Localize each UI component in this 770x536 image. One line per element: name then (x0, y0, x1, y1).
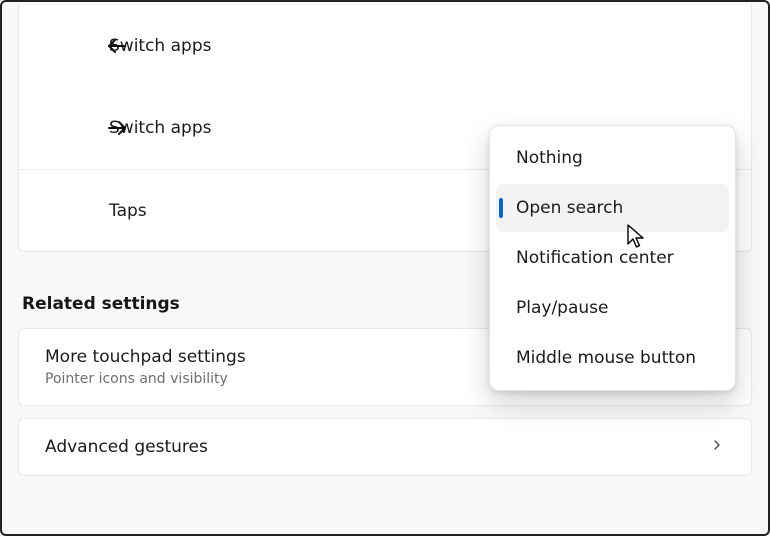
swipe-left-row[interactable]: Switch apps (19, 5, 751, 87)
chevron-right-icon (709, 437, 725, 457)
more-touchpad-settings-text: More touchpad settings Pointer icons and… (45, 347, 246, 387)
dropdown-option-nothing[interactable]: Nothing (496, 134, 729, 182)
taps-dropdown[interactable]: Nothing Open search Notification center … (489, 125, 736, 391)
dropdown-option-notification-center[interactable]: Notification center (496, 234, 729, 282)
dropdown-option-open-search[interactable]: Open search (496, 184, 729, 232)
more-touchpad-title: More touchpad settings (45, 347, 246, 367)
advanced-gestures-title: Advanced gestures (45, 437, 208, 457)
arrow-left-icon (102, 34, 132, 58)
dropdown-option-play-pause[interactable]: Play/pause (496, 284, 729, 332)
more-touchpad-sub: Pointer icons and visibility (45, 371, 246, 387)
arrow-right-icon (102, 116, 132, 140)
dropdown-option-middle-mouse[interactable]: Middle mouse button (496, 334, 729, 382)
advanced-gestures-row[interactable]: Advanced gestures (18, 418, 752, 476)
taps-label: Taps (109, 201, 147, 221)
